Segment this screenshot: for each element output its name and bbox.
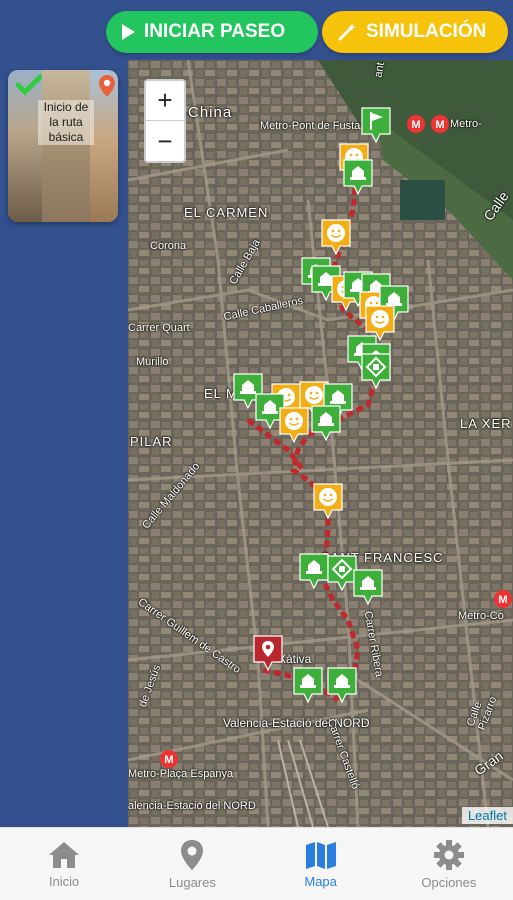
map-label-xerea: LA XER [460,416,512,431]
nav-item-lugares[interactable]: Lugares [128,828,256,900]
nav-item-mapa[interactable]: Mapa [257,828,385,900]
route-card-caption: Inicio de la ruta básica [38,100,94,145]
svg-text:M: M [435,119,444,131]
monument-marker[interactable] [326,666,358,704]
zoom-control: + − [144,79,186,163]
monument-marker[interactable] [292,666,324,704]
smile-marker[interactable] [320,218,352,256]
map-label-metro-pont: Metro-Pont de Fusta [260,120,361,132]
location-pin-icon [99,75,115,97]
route-photo-2 [42,70,90,222]
satellite-map [128,60,513,827]
start-walk-label: INICIAR PASEO [144,21,286,42]
map-label-estacio-nord2: alencia-Estació del NORD [128,800,256,812]
route-start-card[interactable]: Inicio de la ruta básica [8,70,118,222]
monument-marker[interactable] [360,352,392,390]
monument-marker[interactable] [352,568,384,606]
start-walk-button[interactable]: INICIAR PASEO [106,11,318,53]
gear-icon [433,839,464,870]
map-label-metro-pont2: Metro- [450,118,482,130]
map-label-quart: Carrer Quart [128,322,190,334]
map-label-placa-espanya: Metro-Plaça Espanya [128,768,234,780]
monument-marker[interactable] [310,404,342,442]
magic-wand-icon [338,23,356,41]
map-label-metro-colon: Metro-Co [458,610,504,622]
nav-label-inicio: Inicio [48,873,80,889]
svg-text:M: M [411,119,420,131]
simulation-label: SIMULACIÓN [366,21,487,42]
map-label-china: China [188,104,233,121]
leaflet-attribution[interactable]: Leaflet [461,807,513,824]
metro-icons-top: M M [407,115,449,133]
simulation-button[interactable]: SIMULACIÓN [322,11,508,53]
map-view[interactable]: EL CARMEN EL M PILAR LA XER SANT FRANCES… [128,60,513,827]
nav-item-inicio[interactable]: Inicio [0,828,128,900]
map-label-corona: Corona [150,240,187,252]
map-icon [305,841,336,869]
home-icon [49,841,80,868]
bottom-nav: Inicio Lugares Mapa Opciones [0,827,513,900]
map-label-pilar: PILAR [130,434,173,449]
zoom-out-button[interactable]: − [146,121,184,161]
metro-icon-espanya: M [160,750,178,768]
start-location-marker[interactable] [252,634,284,672]
smile-marker[interactable] [312,482,344,520]
svg-text:M: M [498,594,507,606]
svg-text:M: M [164,754,173,766]
play-icon [122,24,135,40]
smile-marker[interactable] [278,406,310,444]
zoom-in-button[interactable]: + [146,81,184,121]
map-label-murillo: Murillo [136,356,169,368]
location-icon [181,839,204,870]
monument-marker[interactable] [342,158,374,196]
map-label-estacio-nord: Valencia-Estació del NORD [223,716,370,730]
check-icon [16,74,42,96]
nav-item-opciones[interactable]: Opciones [385,828,513,900]
metro-icon-colon: M [494,590,512,608]
nav-label-mapa: Mapa [304,873,337,889]
nav-label-lugares: Lugares [168,874,216,890]
map-label-carmen: EL CARMEN [184,205,269,220]
nav-label-opciones: Opciones [421,874,477,890]
monument-marker[interactable] [360,106,392,144]
